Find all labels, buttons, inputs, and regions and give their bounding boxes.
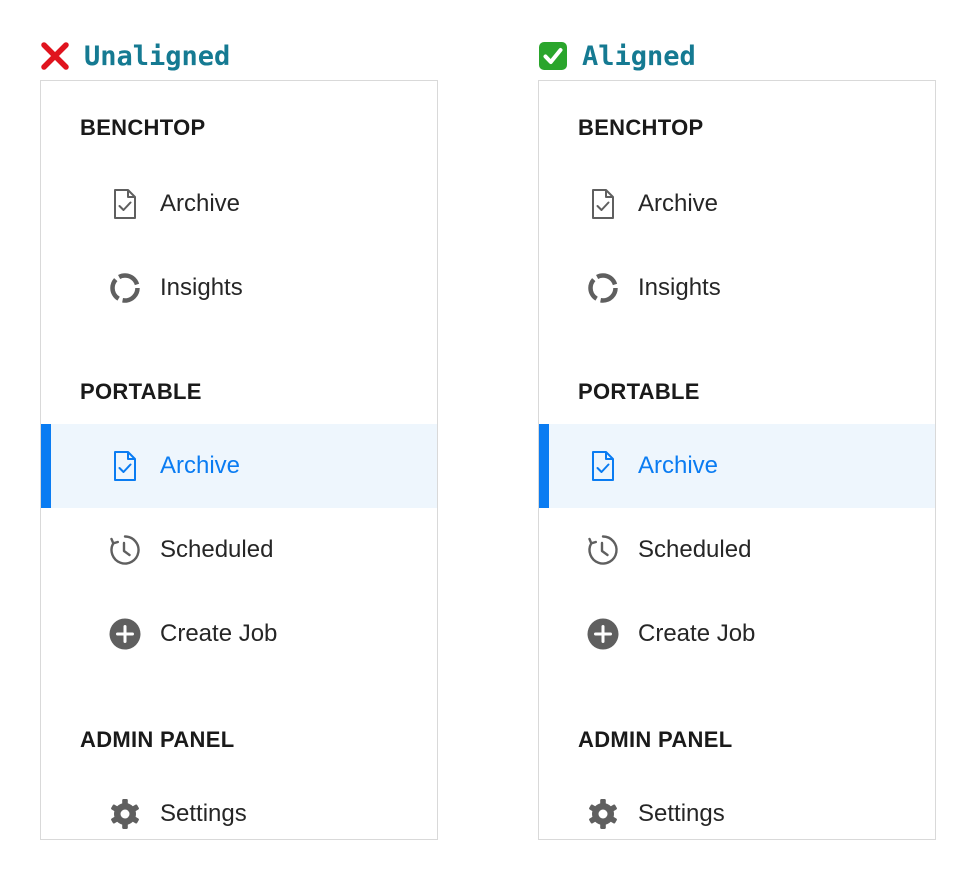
section-header-portable: PORTABLE xyxy=(80,379,202,404)
cross-mark-icon xyxy=(40,41,70,71)
sidebar-item-benchtop-insights[interactable]: Insights xyxy=(41,246,437,330)
sidebar-item-admin-settings[interactable]: Settings xyxy=(41,772,437,839)
sidebar-item-label: Settings xyxy=(638,800,725,827)
sidebar-item-label: Insights xyxy=(160,274,243,301)
plus-circle-icon xyxy=(585,616,621,652)
clock-history-icon xyxy=(585,532,621,568)
gear-icon xyxy=(107,796,143,832)
panel-title-text: Aligned xyxy=(582,40,696,72)
sidebar-item-label: Scheduled xyxy=(160,536,274,563)
sidebar-item-label: Archive xyxy=(638,452,719,479)
sidebar-item-label: Insights xyxy=(638,274,721,301)
gear-icon xyxy=(585,796,621,832)
donut-chart-icon xyxy=(107,270,143,306)
clock-history-icon xyxy=(107,532,143,568)
sidebar-aligned: BENCHTOP Archive Insights PORTABLE Archi… xyxy=(538,80,936,840)
sidebar-item-portable-archive[interactable]: Archive xyxy=(539,424,935,508)
sidebar-item-label: Archive xyxy=(638,190,719,217)
sidebar-item-portable-archive[interactable]: Archive xyxy=(41,424,437,508)
sidebar-unaligned: BENCHTOP Archive Insights PORTABLE Archi… xyxy=(40,80,438,840)
sidebar-item-label: Archive xyxy=(160,190,241,217)
sidebar-item-portable-create-job[interactable]: Create Job xyxy=(41,592,437,676)
sidebar-item-benchtop-archive[interactable]: Archive xyxy=(41,162,437,246)
unaligned-title: Unaligned xyxy=(40,36,230,76)
sidebar-item-admin-settings[interactable]: Settings xyxy=(539,772,935,839)
sidebar-item-benchtop-insights[interactable]: Insights xyxy=(539,246,935,330)
sidebar-item-label: Create Job xyxy=(638,620,756,647)
sidebar-item-label: Scheduled xyxy=(638,536,752,563)
check-mark-button-icon xyxy=(538,41,568,71)
sidebar-item-label: Settings xyxy=(160,800,247,827)
sidebar-item-benchtop-archive[interactable]: Archive xyxy=(539,162,935,246)
sidebar-item-portable-create-job[interactable]: Create Job xyxy=(539,592,935,676)
aligned-title: Aligned xyxy=(538,36,696,76)
donut-chart-icon xyxy=(585,270,621,306)
sidebar-item-portable-scheduled[interactable]: Scheduled xyxy=(41,508,437,592)
section-header-portable: PORTABLE xyxy=(578,379,700,404)
sidebar-item-label: Archive xyxy=(160,452,241,479)
sidebar-item-label: Create Job xyxy=(160,620,278,647)
sidebar-item-portable-scheduled[interactable]: Scheduled xyxy=(539,508,935,592)
section-header-benchtop: BENCHTOP xyxy=(80,115,206,140)
panel-title-text: Unaligned xyxy=(84,40,231,72)
section-header-admin-panel: ADMIN PANEL xyxy=(80,727,235,752)
document-check-icon xyxy=(107,186,143,222)
document-check-icon xyxy=(585,448,621,484)
plus-circle-icon xyxy=(107,616,143,652)
section-header-admin-panel: ADMIN PANEL xyxy=(578,727,733,752)
section-header-benchtop: BENCHTOP xyxy=(578,115,704,140)
document-check-icon xyxy=(107,448,143,484)
document-check-icon xyxy=(585,186,621,222)
